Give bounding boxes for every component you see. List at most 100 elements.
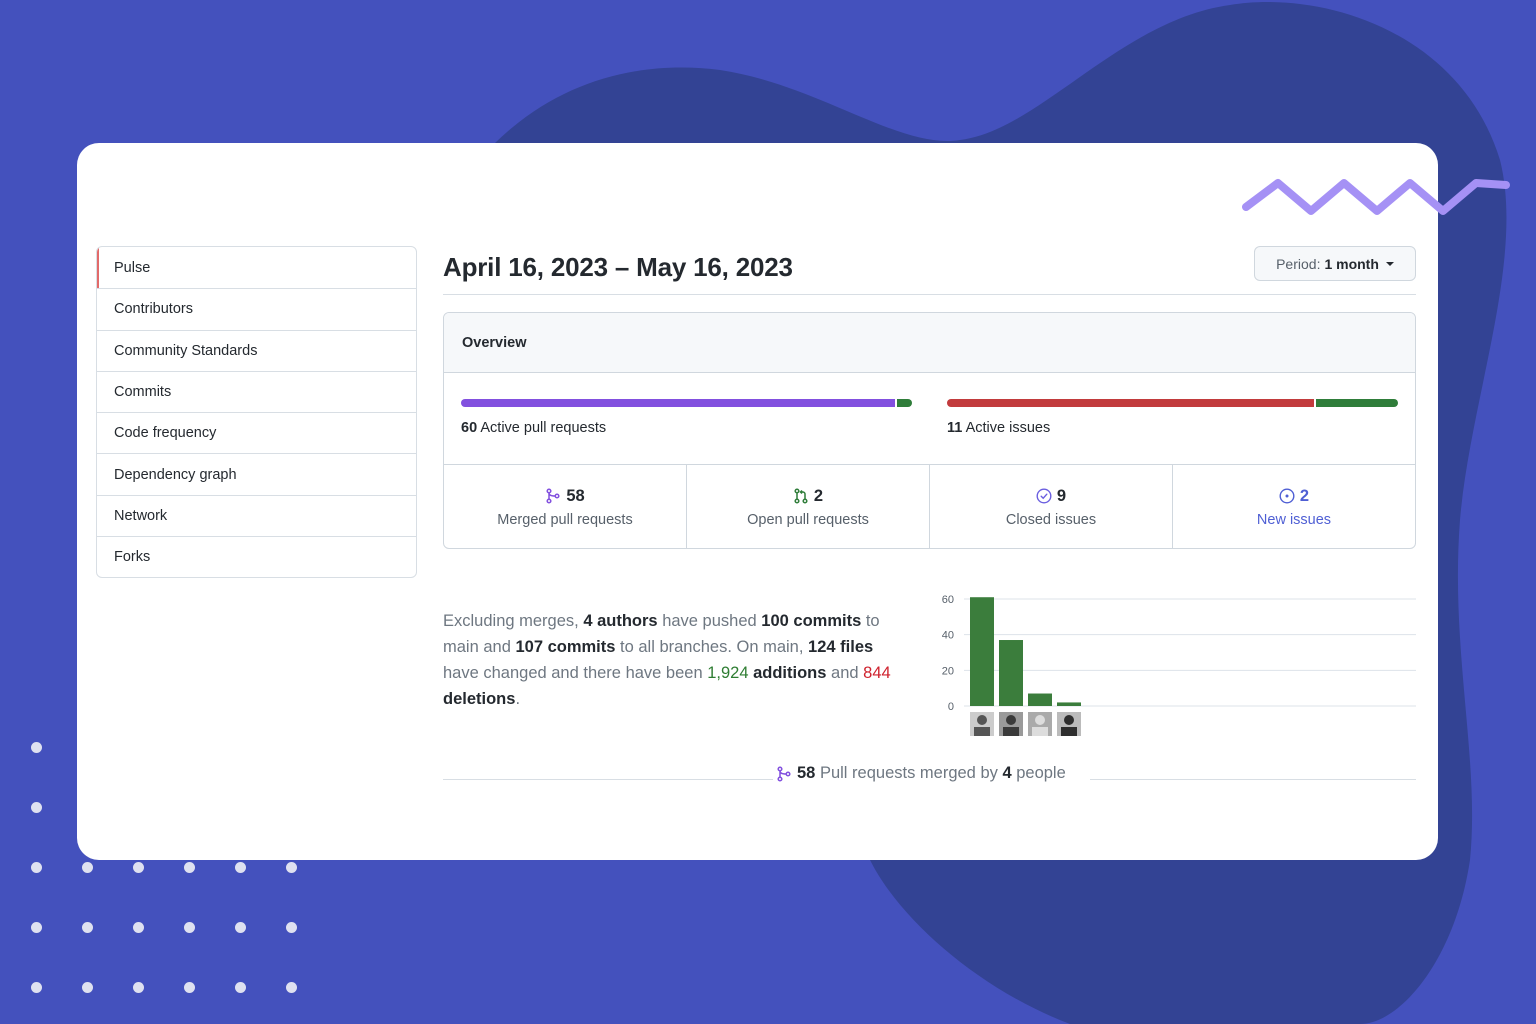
decorative-dot <box>30 921 42 933</box>
summary-text: to all branches. On main, <box>615 638 809 656</box>
y-tick-label: 60 <box>942 594 954 606</box>
stat-new-issues[interactable]: 2 New issues <box>1172 465 1415 548</box>
issues-segment-new <box>1316 399 1398 407</box>
contributor-avatar[interactable] <box>1057 712 1081 736</box>
bar-author-1[interactable] <box>970 597 994 706</box>
issue-opened-icon <box>1279 488 1295 504</box>
overview-panel: Overview 60 Active pull requests 11 Acti… <box>443 312 1416 549</box>
decorative-dot <box>81 861 93 873</box>
y-tick-label: 0 <box>948 701 954 713</box>
git-merge-icon <box>777 765 791 782</box>
decorative-dot <box>285 981 297 993</box>
period-value: 1 month <box>1324 255 1379 272</box>
issues-progress-bar <box>947 399 1398 407</box>
open-pull-requests-count: 2 <box>813 486 824 505</box>
pull-requests-progress-bar <box>461 399 912 407</box>
merged-pull-requests-label: Merged pull requests <box>497 511 633 528</box>
git-merge-icon <box>546 488 560 504</box>
footer-people-count: 4 <box>1002 764 1012 782</box>
decorative-dot <box>30 741 42 753</box>
summary-deletions-count: 844 <box>863 664 891 682</box>
decorative-dot <box>132 861 144 873</box>
decorative-dot <box>234 981 246 993</box>
decorative-dot <box>183 921 195 933</box>
active-issues-text: Active issues <box>965 420 1051 436</box>
bar-author-3[interactable] <box>1028 693 1052 706</box>
decorative-dot <box>234 861 246 873</box>
caret-down-icon <box>1385 261 1394 266</box>
active-issues-count: 11 <box>947 420 963 436</box>
summary-text: Excluding merges, <box>443 612 584 630</box>
new-issues-count: 2 <box>1299 486 1310 505</box>
footer-text-end: people <box>1011 764 1066 782</box>
commits-chart-svg: 0 20 40 60 <box>942 594 1416 736</box>
contributor-avatar[interactable] <box>1028 712 1052 736</box>
pull-requests-segment-open <box>897 399 912 407</box>
summary-commits-all: 107 commits <box>515 638 616 656</box>
summary-additions-count: 1,924 <box>707 664 749 682</box>
decorative-dot <box>81 981 93 993</box>
overview-bars: 60 Active pull requests 11 Active issues <box>444 373 1415 465</box>
squiggle-decoration <box>1242 179 1510 215</box>
summary-text: . <box>515 690 521 708</box>
decorative-dot <box>183 981 195 993</box>
decorative-dot <box>183 861 195 873</box>
decorative-dot <box>81 921 93 933</box>
summary-text: have changed and there have been <box>443 664 708 682</box>
stat-open-pull-requests[interactable]: 2 Open pull requests <box>686 465 929 548</box>
summary-additions-word: additions <box>748 664 827 682</box>
decorative-dot <box>285 921 297 933</box>
closed-issues-count: 9 <box>1056 486 1067 505</box>
sidebar-item-code-frequency[interactable]: Code frequency <box>97 412 416 453</box>
period-dropdown-button[interactable]: Period: 1 month <box>1254 246 1416 281</box>
open-pull-requests-label: Open pull requests <box>747 511 869 528</box>
sidebar-item-network[interactable]: Network <box>97 494 416 536</box>
sidebar-item-community-standards[interactable]: Community Standards <box>97 329 416 371</box>
commit-summary: Excluding merges, 4 authors have pushed … <box>443 608 913 712</box>
footer-text-mid: Pull requests merged by <box>815 764 1003 782</box>
sidebar-item-dependency-graph[interactable]: Dependency graph <box>97 453 416 494</box>
merged-pull-requests-summary: 58 Pull requests merged by 4 people <box>774 764 1068 783</box>
issue-closed-icon <box>1036 488 1052 504</box>
contributor-avatar[interactable] <box>999 712 1023 736</box>
summary-files: 124 files <box>808 638 874 656</box>
active-pull-requests-count: 60 <box>461 420 478 436</box>
decorative-dot <box>234 921 246 933</box>
stat-closed-issues[interactable]: 9 Closed issues <box>929 465 1172 548</box>
decorative-dot <box>30 861 42 873</box>
footer-divider-left <box>443 779 773 780</box>
sidebar-item-commits[interactable]: Commits <box>97 370 416 412</box>
summary-text: and <box>826 664 864 682</box>
stat-merged-pull-requests[interactable]: 58 Merged pull requests <box>444 465 686 548</box>
git-pull-request-icon <box>794 488 808 504</box>
y-tick-label: 20 <box>942 665 954 677</box>
footer-divider-right <box>1090 779 1416 780</box>
summary-deletions-word: deletions <box>443 690 516 708</box>
bar-author-2[interactable] <box>999 640 1023 706</box>
footer-merged-count: 58 <box>797 764 816 782</box>
new-issues-link[interactable]: New issues <box>1257 512 1331 528</box>
sidebar-item-contributors[interactable]: Contributors <box>97 288 416 329</box>
period-label: Period: <box>1276 255 1321 272</box>
y-tick-label: 40 <box>942 630 954 642</box>
page-title-date-range: April 16, 2023 – May 16, 2023 <box>443 252 793 282</box>
summary-authors-link[interactable]: 4 authors <box>583 612 657 630</box>
sidebar-item-pulse[interactable]: Pulse <box>97 247 416 289</box>
decorative-dot <box>285 861 297 873</box>
insights-sidebar: Pulse Contributors Community Standards C… <box>96 246 417 579</box>
sidebar-item-forks[interactable]: Forks <box>97 536 416 577</box>
summary-text: have pushed <box>657 612 762 630</box>
active-issues-label: 11 Active issues <box>947 420 1398 436</box>
summary-commits-main: 100 commits <box>761 612 862 630</box>
overview-stats: 58 Merged pull requests 2 Open pull requ… <box>444 465 1415 548</box>
pull-requests-segment-merged <box>461 399 896 407</box>
decorative-dot <box>30 981 42 993</box>
active-issues-block: 11 Active issues <box>947 399 1398 436</box>
commits-by-author-chart: 0 20 40 60 <box>930 585 1420 745</box>
active-pull-requests-block: 60 Active pull requests <box>461 399 912 436</box>
overview-title: Overview <box>444 313 1415 373</box>
bar-author-4[interactable] <box>1057 702 1081 706</box>
decorative-dot <box>132 981 144 993</box>
contributor-avatar[interactable] <box>970 712 994 736</box>
issues-segment-closed <box>947 399 1315 407</box>
